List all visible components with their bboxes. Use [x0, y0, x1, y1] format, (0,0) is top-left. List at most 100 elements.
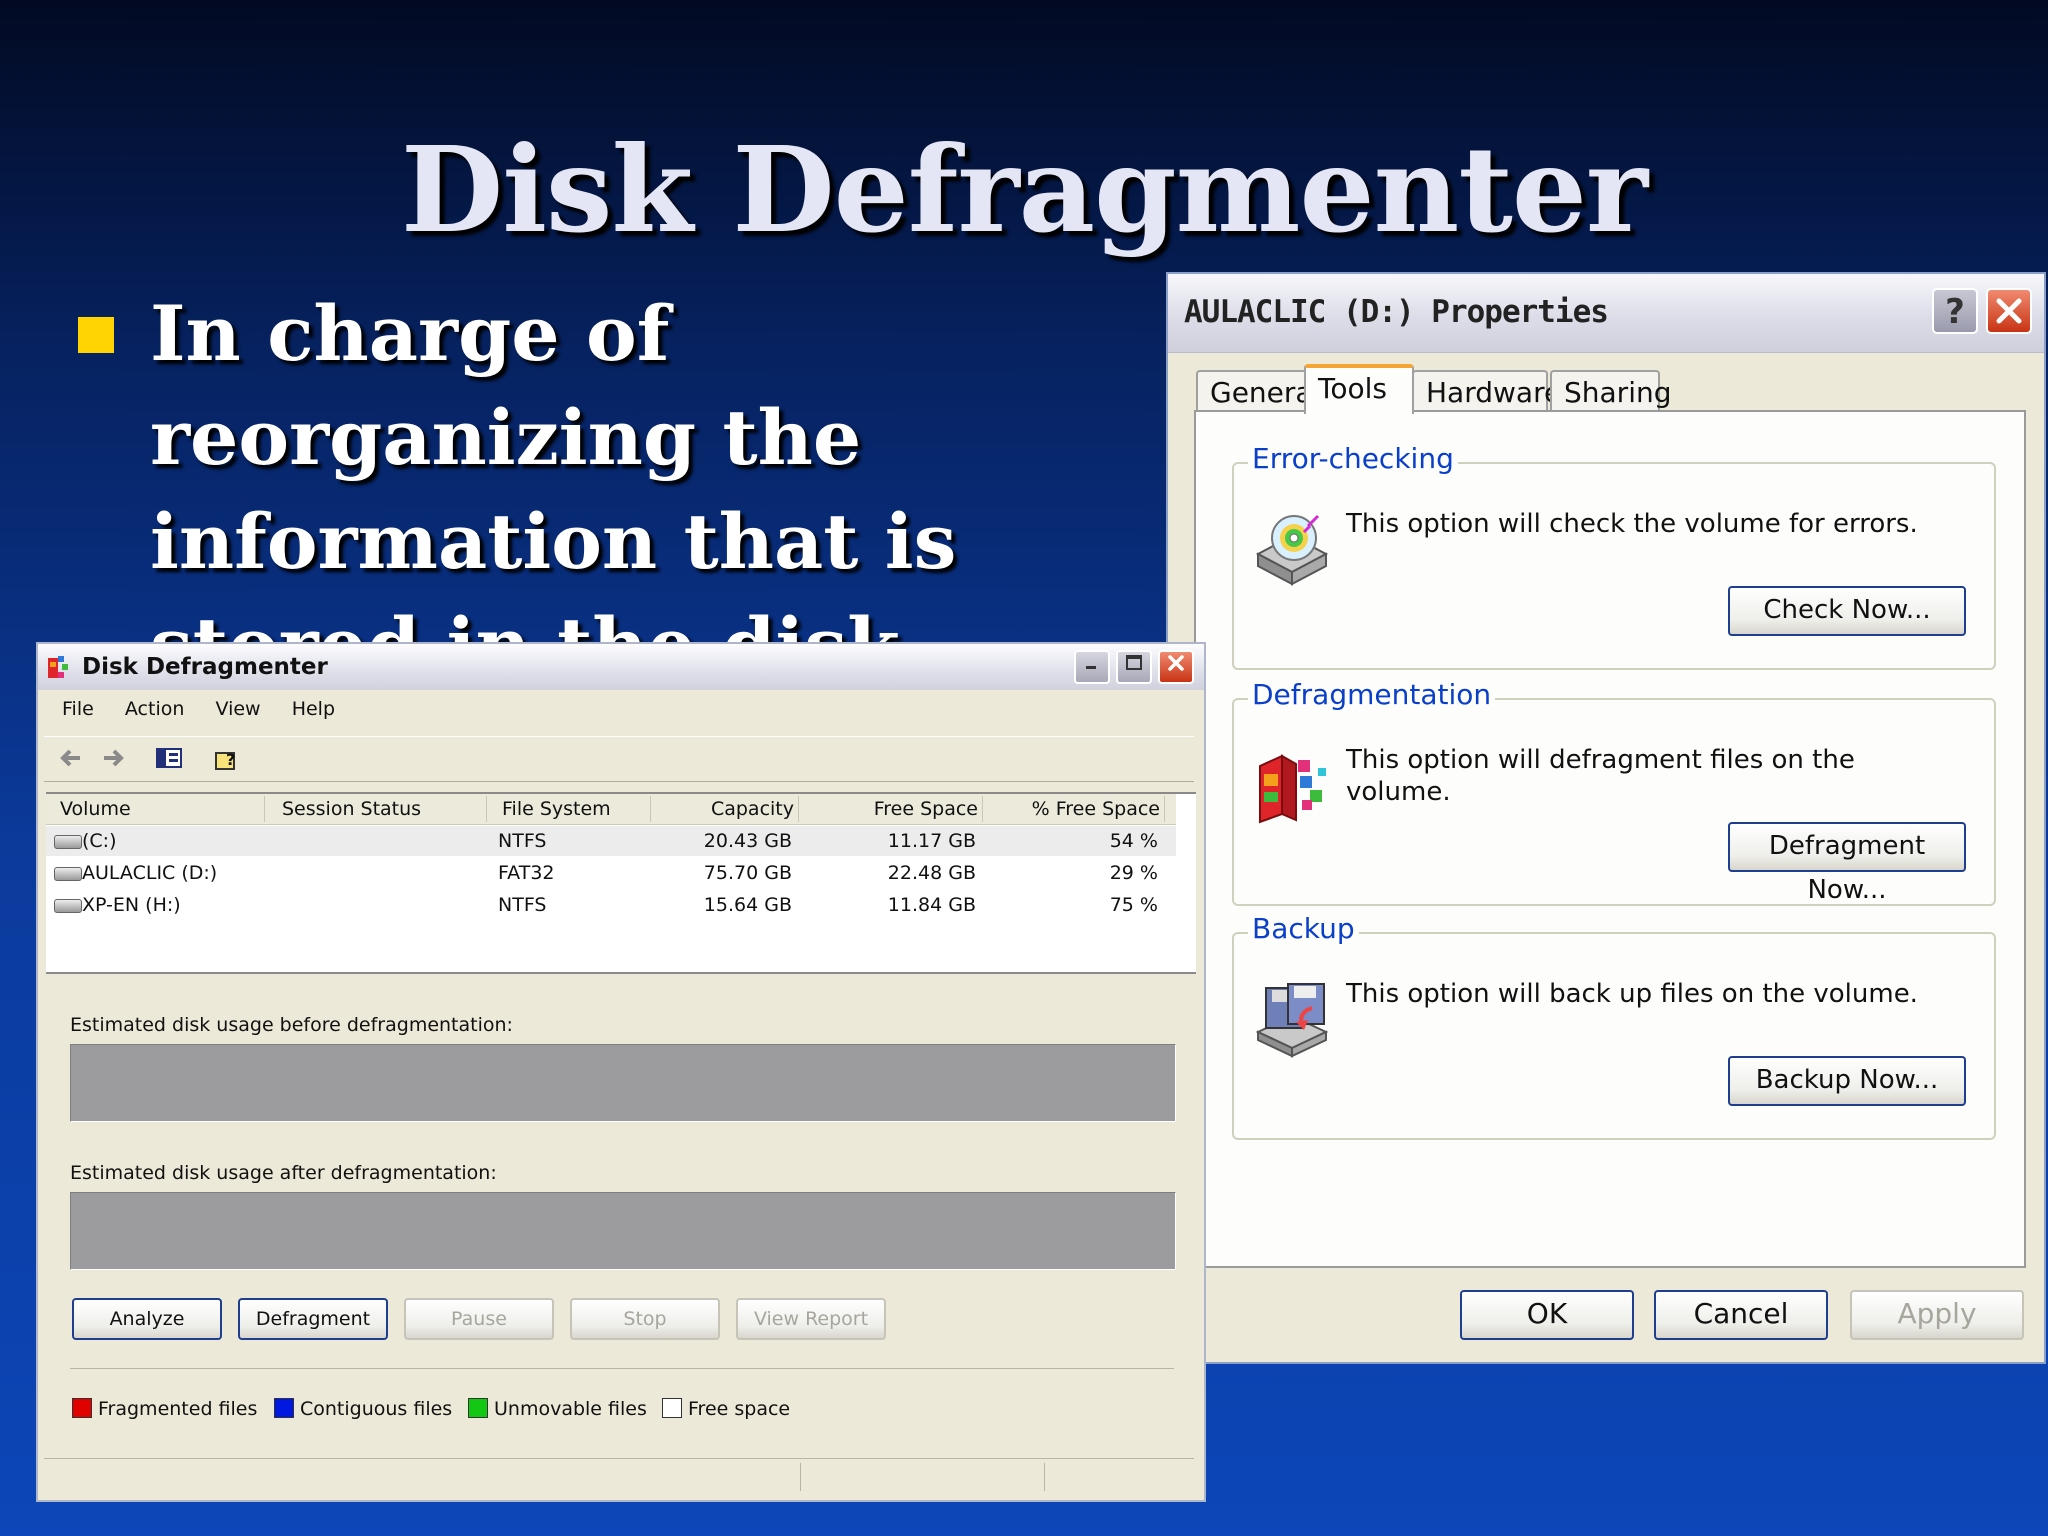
column-percent-free-space[interactable]: % Free Space [996, 798, 1160, 820]
fragmented-swatch [72, 1398, 92, 1418]
maximize-button[interactable] [1116, 650, 1152, 684]
close-icon [1996, 298, 2022, 324]
properties-title: AULACLIC (D:) Properties [1184, 294, 1609, 330]
volume-list: Volume Session Status File System Capaci… [46, 792, 1196, 974]
backup-now-button[interactable]: Backup Now... [1728, 1056, 1966, 1106]
volume-name: (C:) [82, 830, 117, 852]
bullet-marker [78, 317, 114, 353]
group-title: Defragmentation [1248, 678, 1496, 711]
menu-bar: File Action View Help [48, 698, 347, 732]
legend-label: Fragmented files [98, 1398, 258, 1420]
defragmenter-title: Disk Defragmenter [82, 654, 328, 680]
menu-help[interactable]: Help [292, 698, 335, 720]
drive-icon [54, 899, 82, 913]
apply-button[interactable]: Apply [1850, 1290, 2024, 1340]
close-button[interactable] [1158, 650, 1194, 684]
menu-view[interactable]: View [216, 698, 261, 720]
backup-text: This option will back up files on the vo… [1346, 979, 1918, 1009]
legend-label: Contiguous files [300, 1398, 453, 1420]
bullet-text: In charge of reorganizing the informatio… [150, 289, 957, 690]
file-system: NTFS [498, 894, 547, 916]
volume-row[interactable]: (C:) NTFS 20.43 GB 11.17 GB 54 % [46, 826, 1176, 856]
status-bar [44, 1458, 1194, 1495]
close-icon [1168, 655, 1184, 671]
defragmenter-app-icon [48, 656, 68, 678]
volume-row[interactable]: AULACLIC (D:) FAT32 75.70 GB 22.48 GB 29… [46, 858, 1176, 888]
tab-sharing[interactable]: Sharing [1550, 370, 1672, 412]
status-segment [1044, 1463, 1195, 1491]
tab-general[interactable]: General [1196, 370, 1320, 412]
defragmentation-group: Defragmentation This option will defragm… [1232, 678, 1996, 906]
backup-group: Backup This option will back up files on… [1232, 912, 1996, 1140]
cancel-button[interactable]: Cancel [1654, 1290, 1828, 1340]
defragmentation-text: This option will defragment files on the… [1346, 745, 1855, 807]
error-checking-text: This option will check the volume for er… [1346, 509, 1918, 539]
column-file-system[interactable]: File System [502, 798, 611, 820]
drive-icon [54, 867, 82, 881]
defragment-icon [1259, 754, 1326, 824]
backup-icon [1255, 983, 1329, 1058]
pause-button[interactable]: Pause [404, 1298, 554, 1340]
defragmenter-window: Disk Defragmenter File Action View Help … [36, 642, 1206, 1502]
file-system: NTFS [498, 830, 547, 852]
menu-file[interactable]: File [62, 698, 94, 720]
volume-name: AULACLIC (D:) [82, 862, 218, 884]
svg-text:?: ? [226, 750, 235, 769]
back-arrow-icon[interactable] [56, 743, 86, 773]
file-system: FAT32 [498, 862, 555, 884]
legend-label: Unmovable files [494, 1398, 647, 1420]
ok-button[interactable]: OK [1460, 1290, 1634, 1340]
unmovable-swatch [468, 1398, 488, 1418]
percent-free: 29 % [1109, 862, 1158, 884]
legend-label: Free space [688, 1398, 791, 1420]
capacity: 15.64 GB [703, 894, 792, 916]
percent-free: 54 % [1109, 830, 1158, 852]
free-space: 11.84 GB [887, 894, 976, 916]
status-segment [800, 1463, 1041, 1491]
free-space-swatch [662, 1398, 682, 1418]
slide-title: Disk Defragmenter [400, 120, 1648, 259]
error-checking-group: Error-checking This option will check th… [1232, 442, 1996, 670]
minimize-button[interactable] [1074, 650, 1110, 684]
minimize-icon [1086, 666, 1096, 669]
help-button[interactable]: ? [1932, 288, 1978, 334]
menu-action[interactable]: Action [125, 698, 185, 720]
legend-unmovable: Unmovable files [468, 1398, 647, 1424]
usage-after-display [70, 1192, 1176, 1270]
tools-panel: Error-checking This option will check th… [1194, 410, 2026, 1268]
legend-contiguous: Contiguous files [274, 1398, 452, 1424]
capacity: 75.70 GB [703, 862, 792, 884]
percent-free: 75 % [1109, 894, 1158, 916]
check-now-button[interactable]: Check Now... [1728, 586, 1966, 636]
properties-titlebar[interactable]: AULACLIC (D:) Properties ? [1168, 274, 2044, 353]
drive-icon [54, 835, 82, 849]
view-report-button[interactable]: View Report [736, 1298, 886, 1340]
column-session-status[interactable]: Session Status [282, 798, 421, 820]
stop-button[interactable]: Stop [570, 1298, 720, 1340]
tab-tools[interactable]: Tools [1304, 364, 1414, 414]
close-button[interactable] [1986, 288, 2032, 334]
tab-hardware[interactable]: Hardware [1412, 370, 1561, 412]
free-space: 22.48 GB [887, 862, 976, 884]
column-capacity[interactable]: Capacity [710, 798, 794, 820]
volume-list-header: Volume Session Status File System Capaci… [46, 794, 1176, 825]
group-title: Backup [1248, 912, 1359, 945]
contiguous-swatch [274, 1398, 294, 1418]
column-volume[interactable]: Volume [60, 798, 131, 820]
group-title: Error-checking [1248, 442, 1458, 475]
forward-arrow-icon[interactable] [98, 743, 128, 773]
defragment-button[interactable]: Defragment [238, 1298, 388, 1340]
usage-after-label: Estimated disk usage after defragmentati… [70, 1162, 497, 1184]
maximize-icon [1126, 655, 1142, 670]
show-hide-console-icon[interactable] [154, 743, 184, 773]
properties-dialog: AULACLIC (D:) Properties ? General Tools… [1166, 272, 2046, 1364]
legend-fragmented: Fragmented files [72, 1398, 257, 1424]
volume-row[interactable]: XP-EN (H:) NTFS 15.64 GB 11.84 GB 75 % [46, 890, 1176, 920]
help-properties-icon[interactable]: ? [212, 743, 242, 773]
defragmenter-titlebar[interactable]: Disk Defragmenter [38, 644, 1204, 690]
analyze-button[interactable]: Analyze [72, 1298, 222, 1340]
column-free-space[interactable]: Free Space [866, 798, 978, 820]
usage-before-display [70, 1044, 1176, 1122]
usage-before-label: Estimated disk usage before defragmentat… [70, 1014, 513, 1036]
defragment-now-button[interactable]: Defragment Now... [1728, 822, 1966, 905]
